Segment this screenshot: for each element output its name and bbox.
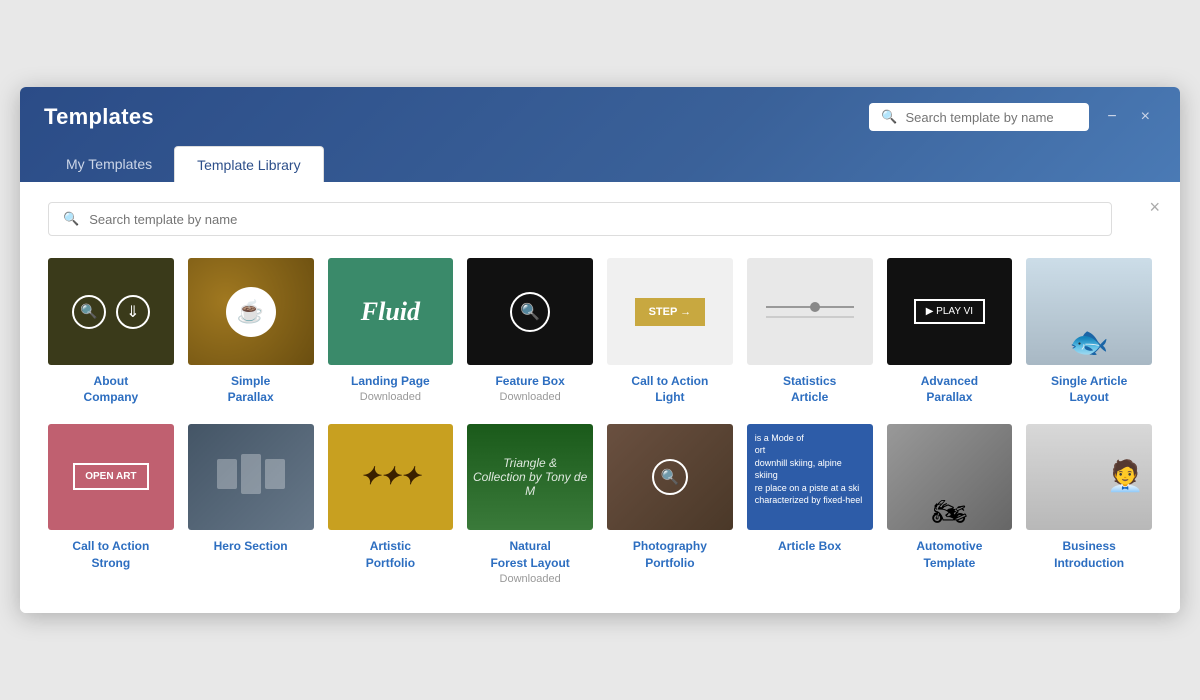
hero-card-2	[241, 454, 261, 494]
template-natural-forest[interactable]: Triangle &Collection by Tony de M Natura…	[467, 424, 593, 585]
thumb-artistic-portfolio: ✦✦✦	[328, 424, 454, 531]
header-search-input[interactable]	[906, 110, 1078, 125]
download-icon-about: ⇓	[116, 295, 150, 329]
template-name-landing-page: Landing Page	[351, 373, 430, 389]
template-name-artistic: ArtisticPortfolio	[366, 538, 415, 570]
template-name-natural: NaturalForest Layout	[490, 538, 569, 570]
artistic-swirl-icon: ✦✦✦	[360, 462, 420, 491]
template-name-hero: Hero Section	[214, 538, 288, 554]
thumb-advanced-parallax: ▶ PLAY VI	[887, 258, 1013, 365]
template-business-intro[interactable]: 🧑‍💼 BusinessIntroduction	[1026, 424, 1152, 585]
thumb-simple-parallax: ☕	[188, 258, 314, 365]
template-name-automotive: AutomotiveTemplate	[916, 538, 982, 570]
template-name-advanced: AdvancedParallax	[921, 373, 978, 405]
thumb-statistics-article	[747, 258, 873, 365]
template-landing-page[interactable]: Fluid Landing Page Downloaded	[328, 258, 454, 405]
body-search-icon: 🔍	[63, 211, 79, 227]
template-hero-section[interactable]: Hero Section	[188, 424, 314, 585]
thumb-single-article: 🐟	[1026, 258, 1152, 365]
template-name-simple-parallax: SimpleParallax	[228, 373, 274, 405]
template-advanced-parallax[interactable]: ▶ PLAY VI AdvancedParallax	[887, 258, 1013, 405]
template-statistics-article[interactable]: StatisticsArticle	[747, 258, 873, 405]
template-automotive[interactable]: 🏍 AutomotiveTemplate	[887, 424, 1013, 585]
body-search-box[interactable]: 🔍	[48, 202, 1112, 236]
cup-icon: ☕	[226, 287, 276, 337]
thumb-cta-light: STEP →	[607, 258, 733, 365]
close-button-header[interactable]: ×	[1135, 105, 1156, 129]
header-search-icon: 🔍	[881, 109, 897, 125]
template-badge-landing: Downloaded	[360, 391, 421, 403]
tab-template-library[interactable]: Template Library	[174, 146, 324, 183]
cta-light-btn: STEP →	[635, 298, 706, 326]
body-search-input[interactable]	[89, 212, 1097, 227]
template-about-company[interactable]: 🔍 ⇓ AboutCompany	[48, 258, 174, 405]
minimize-button[interactable]: −	[1101, 105, 1122, 129]
template-name-statistics: StatisticsArticle	[783, 373, 836, 405]
fluid-text-icon: Fluid	[361, 297, 420, 327]
thumb-article-box: is a Mode ofortdownhill skiing, alpine s…	[747, 424, 873, 531]
hero-card-1	[217, 459, 237, 489]
template-name-cta-light: Call to ActionLight	[631, 373, 708, 405]
play-btn-icon: ▶ PLAY VI	[914, 299, 985, 324]
close-button-body[interactable]: ×	[1149, 198, 1160, 216]
template-badge-feature: Downloaded	[500, 391, 561, 403]
template-feature-box[interactable]: 🔍 Feature Box Downloaded	[467, 258, 593, 405]
template-name-cta-strong: Call to ActionStrong	[72, 538, 149, 570]
thumb-automotive: 🏍	[887, 424, 1013, 531]
modal-title: Templates	[44, 104, 154, 130]
template-single-article[interactable]: 🐟 Single ArticleLayout	[1026, 258, 1152, 405]
tab-my-templates[interactable]: My Templates	[44, 146, 174, 183]
fish-icon: 🐟	[1069, 323, 1109, 361]
search-icon-about: 🔍	[72, 295, 106, 329]
template-simple-parallax[interactable]: ☕ SimpleParallax	[188, 258, 314, 405]
template-name-about: AboutCompany	[84, 373, 139, 405]
open-btn-icon: OPEN ART	[73, 463, 148, 490]
template-cta-light[interactable]: STEP → Call to ActionLight	[607, 258, 733, 405]
hero-card-3	[265, 459, 285, 489]
thumb-photography-portfolio: 🔍	[607, 424, 733, 531]
modal-body: × 🔍 🔍 ⇓ AboutCompany ☕ SimpleParallax	[20, 182, 1180, 613]
modal-header: Templates 🔍 − × My Templates Template Li…	[20, 87, 1180, 182]
triangle-text-icon: Triangle &Collection by Tony de M	[467, 456, 593, 498]
stats-line	[766, 306, 854, 308]
header-search-box[interactable]: 🔍	[869, 103, 1089, 131]
thumb-about-company: 🔍 ⇓	[48, 258, 174, 365]
templates-modal: Templates 🔍 − × My Templates Template Li…	[20, 87, 1180, 613]
template-badge-natural: Downloaded	[500, 573, 561, 585]
thumb-hero-section	[188, 424, 314, 531]
template-cta-strong[interactable]: OPEN ART Call to ActionStrong	[48, 424, 174, 585]
thumb-landing-page: Fluid	[328, 258, 454, 365]
template-name-single-article: Single ArticleLayout	[1051, 373, 1127, 405]
thumb-natural-forest: Triangle &Collection by Tony de M	[467, 424, 593, 531]
stats-dot	[810, 302, 820, 312]
header-top: Templates 🔍 − ×	[44, 103, 1156, 131]
article-box-text: is a Mode ofortdownhill skiing, alpine s…	[755, 432, 865, 508]
stats-line-2	[766, 316, 854, 318]
tab-bar: My Templates Template Library	[44, 145, 1156, 182]
thumb-feature-box: 🔍	[467, 258, 593, 365]
template-name-article-box: Article Box	[778, 538, 841, 554]
templates-grid: 🔍 ⇓ AboutCompany ☕ SimpleParallax Fluid …	[48, 258, 1152, 585]
search-icon-photography: 🔍	[652, 459, 688, 495]
template-name-feature-box: Feature Box	[495, 373, 564, 389]
template-article-box[interactable]: is a Mode ofortdownhill skiing, alpine s…	[747, 424, 873, 585]
hero-items-icon	[217, 459, 285, 494]
template-name-photography: PhotographyPortfolio	[633, 538, 707, 570]
header-controls: 🔍 − ×	[869, 103, 1156, 131]
thumb-business-intro: 🧑‍💼	[1026, 424, 1152, 531]
search-icon-feature: 🔍	[510, 292, 550, 332]
person-icon: 🧑‍💼	[1107, 459, 1144, 494]
motorcycle-icon: 🏍	[932, 495, 968, 528]
template-artistic-portfolio[interactable]: ✦✦✦ ArtisticPortfolio	[328, 424, 454, 585]
thumb-cta-strong: OPEN ART	[48, 424, 174, 531]
template-name-business: BusinessIntroduction	[1054, 538, 1124, 570]
template-photography-portfolio[interactable]: 🔍 PhotographyPortfolio	[607, 424, 733, 585]
